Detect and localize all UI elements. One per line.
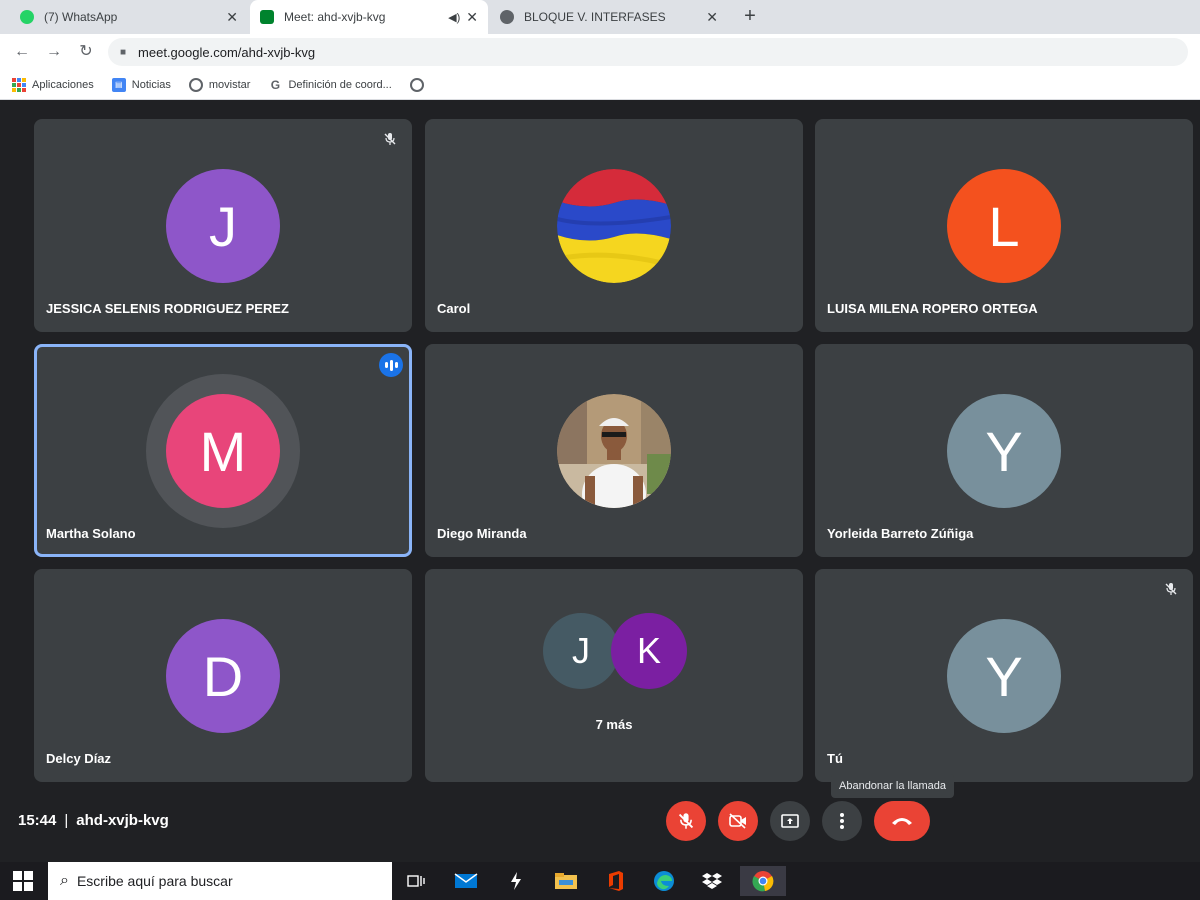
participant-name: Carol bbox=[437, 301, 471, 316]
edge-icon[interactable] bbox=[644, 866, 684, 896]
mail-icon[interactable] bbox=[446, 866, 486, 896]
chrome-icon[interactable] bbox=[740, 866, 786, 896]
avatar: D bbox=[166, 619, 280, 733]
self-tile[interactable]: Y Tú bbox=[815, 569, 1193, 782]
hangup-icon bbox=[892, 818, 912, 825]
news-icon: ▤ bbox=[111, 77, 126, 92]
avatar: Y bbox=[947, 619, 1061, 733]
participant-name: JESSICA SELENIS RODRIGUEZ PEREZ bbox=[46, 301, 289, 316]
task-view-icon[interactable] bbox=[396, 866, 436, 896]
participant-name: Yorleida Barreto Zúñiga bbox=[827, 526, 974, 541]
present-button[interactable] bbox=[770, 801, 810, 841]
whatsapp-icon bbox=[20, 10, 34, 24]
participant-tile[interactable]: Y Yorleida Barreto Zúñiga bbox=[815, 344, 1193, 557]
bookmark-label: Aplicaciones bbox=[32, 78, 94, 91]
file-explorer-icon[interactable] bbox=[546, 866, 586, 896]
flag-avatar-image bbox=[557, 169, 671, 283]
participant-name: Martha Solano bbox=[46, 526, 136, 541]
dropbox-icon[interactable] bbox=[692, 866, 732, 896]
speaking-indicator-icon bbox=[379, 353, 403, 377]
mic-off-icon bbox=[678, 813, 694, 829]
globe-icon bbox=[500, 10, 514, 24]
bookmark-movistar[interactable]: movistar bbox=[188, 77, 251, 92]
new-tab-button[interactable]: + bbox=[738, 5, 762, 29]
participant-name: LUISA MILENA ROPERO ORTEGA bbox=[827, 301, 1038, 316]
camera-toggle-button[interactable] bbox=[718, 801, 758, 841]
url-text: meet.google.com/ahd-xvjb-kvg bbox=[138, 44, 316, 60]
avatar: L bbox=[947, 169, 1061, 283]
avatar: Y bbox=[947, 394, 1061, 508]
participant-name: Delcy Díaz bbox=[46, 751, 112, 766]
close-tab-icon[interactable]: ✕ bbox=[466, 9, 478, 26]
bookmark-globe[interactable] bbox=[409, 77, 430, 92]
bolt-icon[interactable] bbox=[496, 866, 536, 896]
office-icon[interactable] bbox=[596, 866, 636, 896]
search-icon: ⌕ bbox=[60, 872, 69, 889]
divider: | bbox=[64, 812, 69, 829]
mic-toggle-button[interactable] bbox=[666, 801, 706, 841]
meeting-info: 15:44 | ahd-xvjb-kvg bbox=[18, 812, 169, 829]
clock-time: 15:44 bbox=[18, 812, 57, 829]
meet-icon bbox=[260, 10, 274, 24]
globe-icon bbox=[409, 77, 424, 92]
camera-off-icon bbox=[729, 813, 746, 829]
apps-grid-icon bbox=[12, 77, 26, 92]
lock-icon[interactable]: ■ bbox=[120, 47, 126, 58]
participant-tile[interactable]: Diego Miranda bbox=[425, 344, 803, 557]
tab-title: (7) WhatsApp bbox=[44, 10, 118, 24]
browser-toolbar: ← → ↻ ■ meet.google.com/ahd-xvjb-kvg bbox=[0, 34, 1200, 70]
avatar: J bbox=[543, 613, 619, 689]
bookmark-label: Definición de coord... bbox=[288, 78, 392, 91]
more-options-button[interactable] bbox=[822, 801, 862, 841]
search-placeholder: Escribe aquí para buscar bbox=[76, 873, 233, 889]
avatar: J bbox=[166, 169, 280, 283]
more-vert-icon bbox=[840, 813, 844, 829]
bookmark-label: Noticias bbox=[131, 78, 171, 91]
avatar: K bbox=[611, 613, 687, 689]
leave-call-button[interactable] bbox=[874, 801, 930, 841]
windows-taskbar: ⌕ Escribe aquí para buscar bbox=[0, 862, 1200, 900]
speaker-icon[interactable]: ◀) bbox=[448, 11, 460, 24]
close-tab-icon[interactable]: ✕ bbox=[706, 9, 718, 26]
participant-tile[interactable]: D Delcy Díaz bbox=[34, 569, 412, 782]
tab-bloque[interactable]: BLOQUE V. INTERFASES ✕ bbox=[490, 0, 728, 34]
browser-tabstrip: (7) WhatsApp ✕ Meet: ahd-xvjb-kvg ◀) ✕ B… bbox=[0, 0, 1200, 34]
bookmark-label: movistar bbox=[208, 78, 251, 91]
participant-tile[interactable]: Carol bbox=[425, 119, 803, 332]
close-tab-icon[interactable]: ✕ bbox=[226, 9, 238, 26]
participant-name: Tú bbox=[827, 751, 843, 766]
tab-meet[interactable]: Meet: ahd-xvjb-kvg ◀) ✕ bbox=[250, 0, 488, 34]
participant-tile[interactable]: J JESSICA SELENIS RODRIGUEZ PEREZ bbox=[34, 119, 412, 332]
g-translate-icon: G bbox=[270, 77, 281, 92]
bookmark-noticias[interactable]: ▤ Noticias bbox=[111, 77, 171, 92]
more-participants-tile[interactable]: J K 7 más bbox=[425, 569, 803, 782]
mic-off-icon bbox=[1161, 581, 1181, 601]
globe-icon bbox=[188, 77, 203, 92]
mic-off-icon bbox=[380, 131, 400, 151]
bookmark-apps[interactable]: Aplicaciones bbox=[12, 77, 94, 92]
present-icon bbox=[781, 814, 799, 828]
leave-call-tooltip: Abandonar la llamada bbox=[831, 774, 955, 798]
avatar: M bbox=[166, 394, 280, 508]
profile-photo bbox=[557, 394, 671, 508]
tab-title: BLOQUE V. INTERFASES bbox=[524, 10, 666, 24]
tab-title: Meet: ahd-xvjb-kvg bbox=[284, 10, 386, 24]
windows-start-icon[interactable] bbox=[8, 870, 38, 892]
address-bar[interactable]: ■ meet.google.com/ahd-xvjb-kvg bbox=[108, 38, 1188, 66]
back-icon[interactable]: ← bbox=[12, 42, 32, 62]
bookmarks-bar: Aplicaciones ▤ Noticias movistar G Defin… bbox=[0, 70, 1200, 100]
reload-icon[interactable]: ↻ bbox=[76, 42, 96, 62]
taskbar-search-input[interactable]: ⌕ Escribe aquí para buscar bbox=[48, 862, 392, 900]
forward-icon[interactable]: → bbox=[44, 42, 64, 62]
participant-tile[interactable]: L LUISA MILENA ROPERO ORTEGA bbox=[815, 119, 1193, 332]
bookmark-definicion[interactable]: G Definición de coord... bbox=[268, 77, 392, 92]
tab-whatsapp[interactable]: (7) WhatsApp ✕ bbox=[10, 0, 248, 34]
more-participants-label: 7 más bbox=[595, 717, 633, 732]
meeting-code: ahd-xvjb-kvg bbox=[76, 812, 169, 829]
participant-name: Diego Miranda bbox=[437, 526, 527, 541]
participant-tile-active-speaker[interactable]: M Martha Solano bbox=[34, 344, 412, 557]
